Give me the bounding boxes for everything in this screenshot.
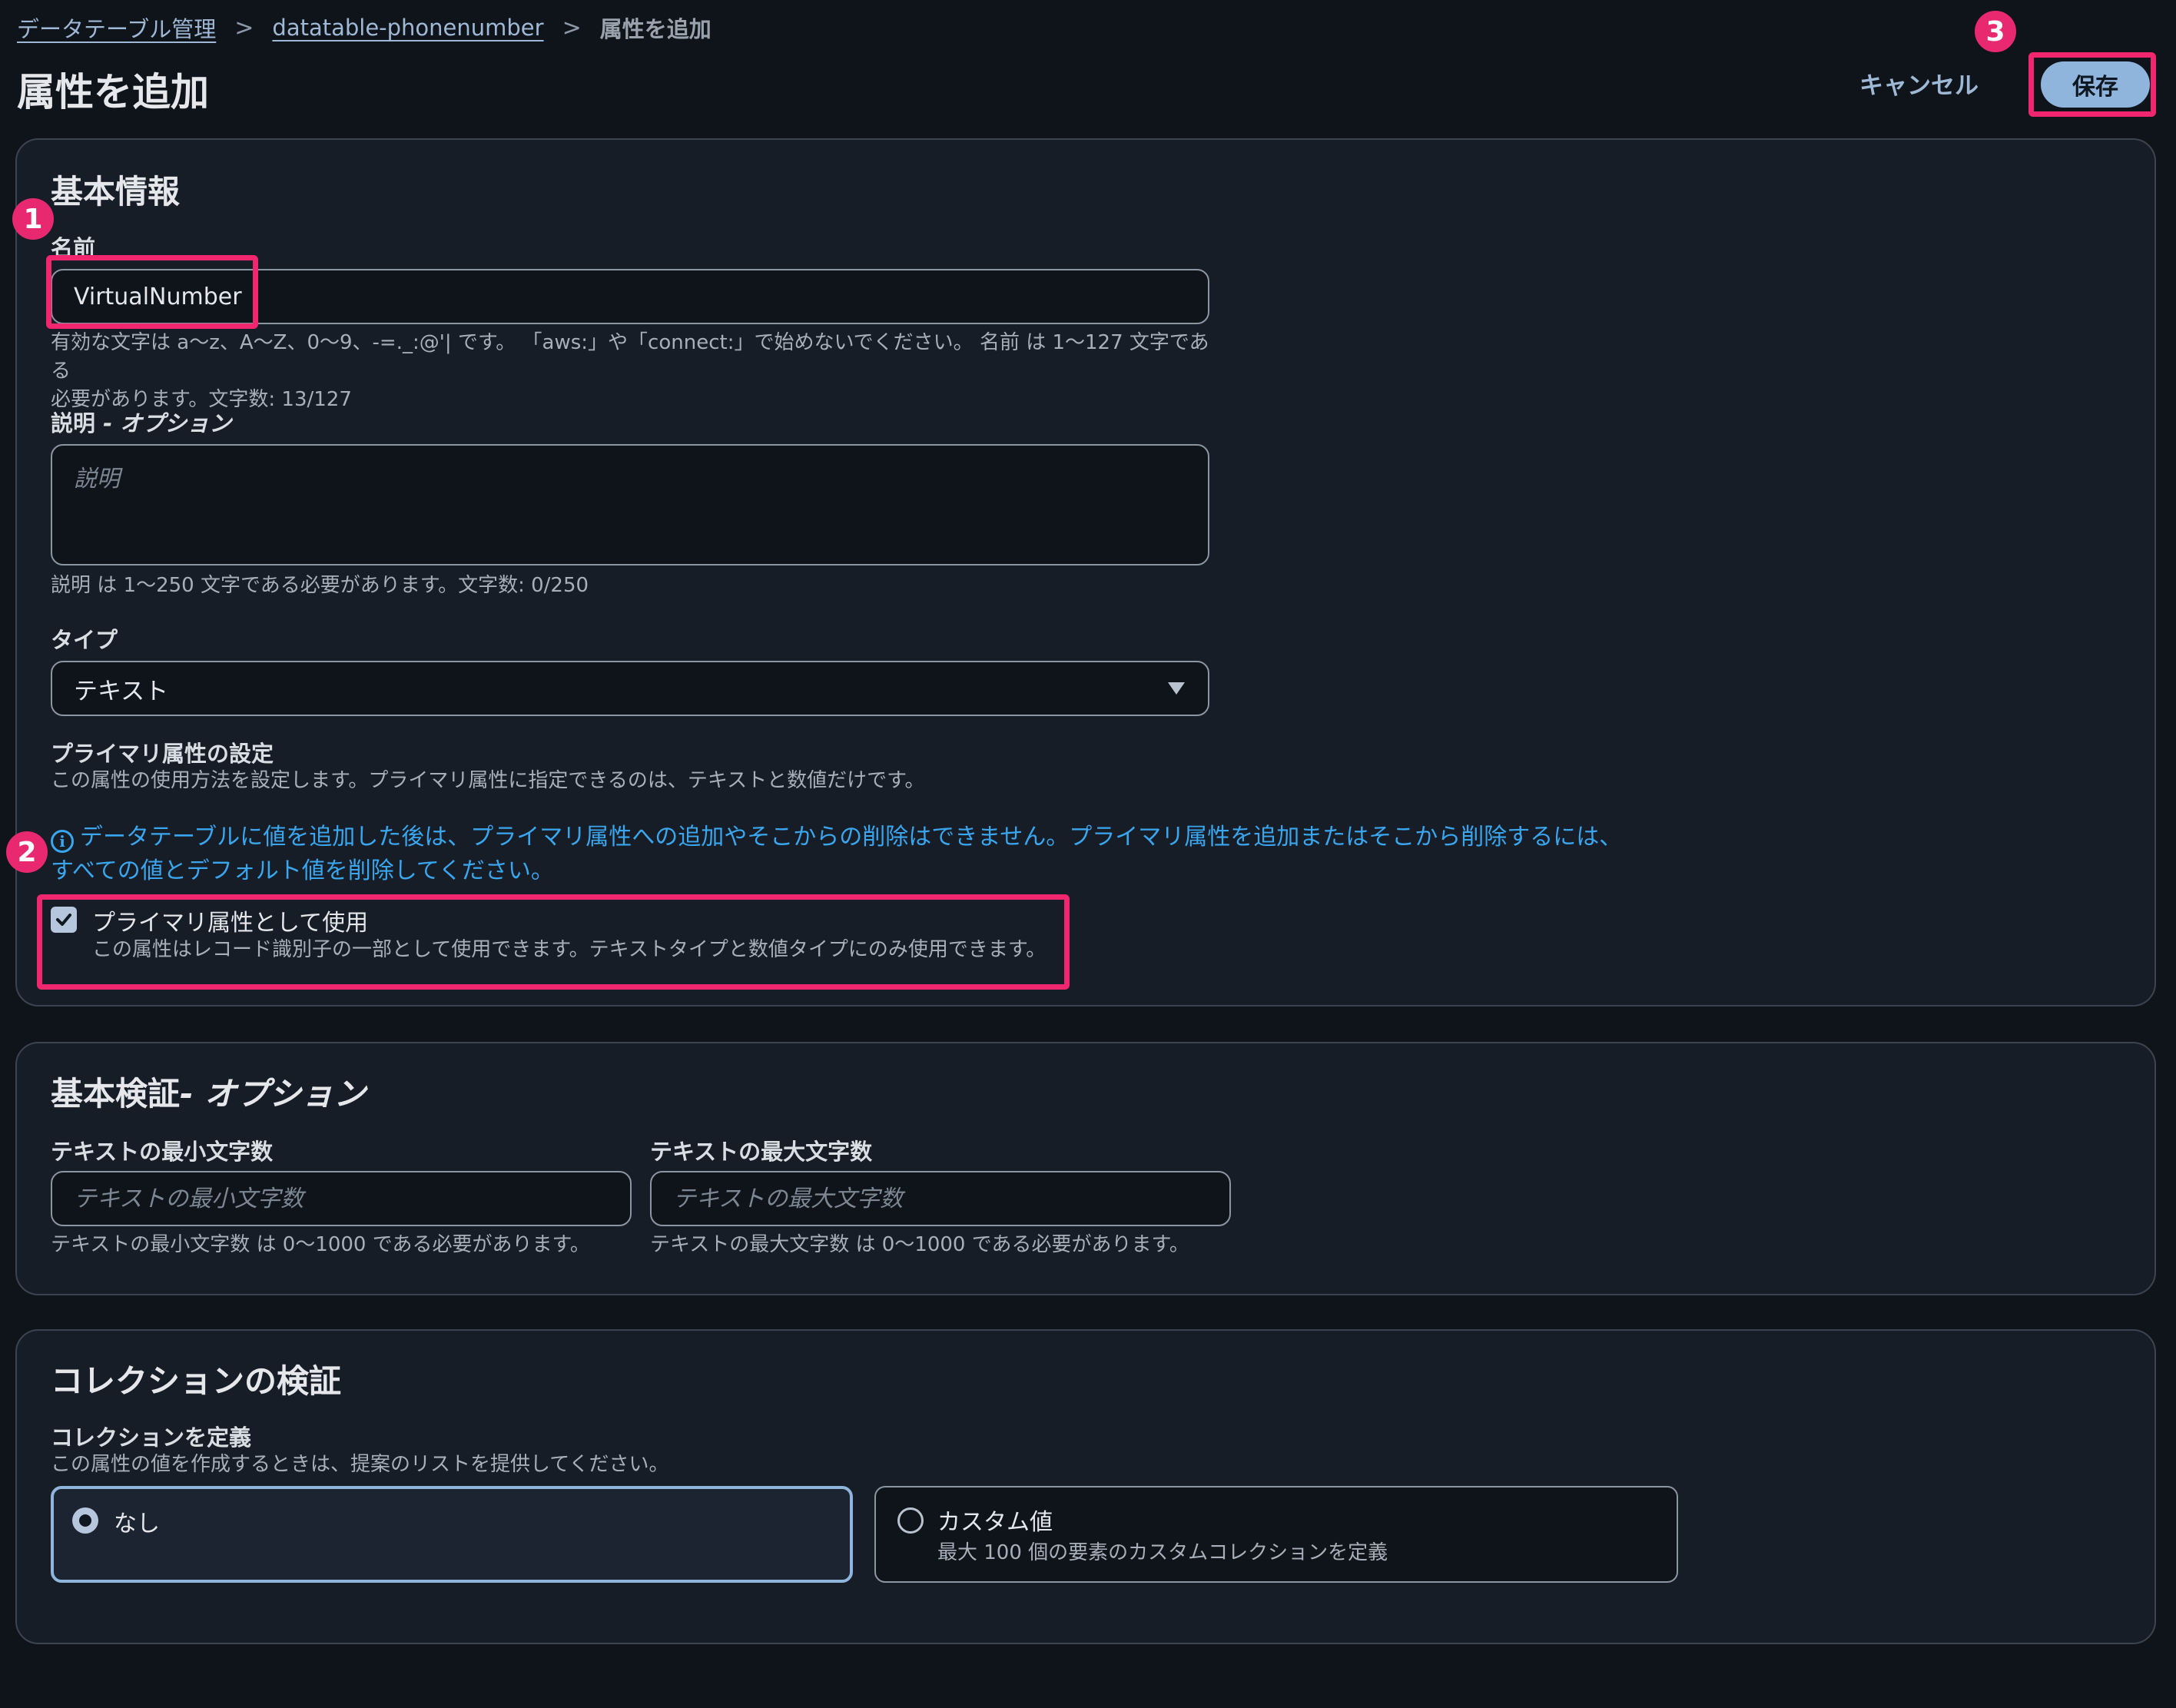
min-length-hint: テキストの最小文字数 は 0〜1000 である必要があります。 xyxy=(51,1233,590,1256)
name-label: 名前 xyxy=(51,235,96,261)
primary-settings-desc: この属性の使用方法を設定します。プライマリ属性に指定できるのは、テキストと数値だ… xyxy=(51,769,925,792)
collection-define-desc: この属性の値を作成するときは、提案のリストを提供してください。 xyxy=(51,1453,669,1476)
validation-heading: 基本検証- オプション xyxy=(51,1075,367,1113)
caret-down-icon xyxy=(1168,682,1185,695)
info-icon: i xyxy=(51,830,74,853)
description-textarea[interactable] xyxy=(51,444,1209,565)
save-button[interactable]: 保存 xyxy=(2041,61,2150,108)
max-length-input[interactable] xyxy=(650,1171,1231,1226)
breadcrumb-link-datatable[interactable]: datatable-phonenumber xyxy=(272,15,543,41)
max-length-label: テキストの最大文字数 xyxy=(650,1139,873,1165)
min-length-label: テキストの最小文字数 xyxy=(51,1139,274,1165)
checkmark-icon xyxy=(56,914,71,926)
name-hint: 有効な文字は a〜z、A〜Z、0〜9、-=._:@'| です。 「aws:」や「… xyxy=(51,331,1209,411)
collection-option-custom[interactable]: カスタム値 最大 100 個の要素のカスタムコレクションを定義 xyxy=(874,1486,1678,1583)
max-length-hint: テキストの最大文字数 は 0〜1000 である必要があります。 xyxy=(650,1233,1189,1256)
collection-option-custom-desc: 最大 100 個の要素のカスタムコレクションを定義 xyxy=(937,1541,1388,1564)
breadcrumb-link-datatable-management[interactable]: データテーブル管理 xyxy=(17,12,216,44)
annotation-badge-3: 3 xyxy=(1975,11,2016,52)
primary-checkbox-label[interactable]: プライマリ属性として使用 xyxy=(92,904,368,937)
primary-info-alert: i データテーブルに値を追加した後は、プライマリ属性への追加やそこからの削除はでき… xyxy=(51,824,1623,884)
description-label: 説明 - オプション xyxy=(51,410,232,436)
breadcrumb: データテーブル管理 > datatable-phonenumber > 属性を追… xyxy=(17,11,712,45)
chevron-right-icon: > xyxy=(562,14,582,41)
basic-info-heading: 基本情報 xyxy=(51,173,181,211)
collection-option-none[interactable]: なし xyxy=(51,1486,853,1583)
radio-unselected xyxy=(897,1507,924,1534)
radio-selected xyxy=(72,1507,98,1534)
min-length-input[interactable] xyxy=(51,1171,632,1226)
annotation-badge-2: 2 xyxy=(6,831,48,873)
primary-checkbox[interactable] xyxy=(51,907,77,933)
chevron-right-icon: > xyxy=(234,14,254,41)
collection-option-none-label: なし xyxy=(114,1511,160,1537)
annotation-badge-1: 1 xyxy=(12,198,54,240)
name-input[interactable] xyxy=(51,269,1209,324)
collection-option-custom-label: カスタム値 xyxy=(937,1509,1053,1536)
type-select[interactable]: テキスト xyxy=(51,661,1209,716)
page-title: 属性を追加 xyxy=(17,70,209,114)
breadcrumb-current: 属性を追加 xyxy=(599,16,712,42)
cancel-button[interactable]: キャンセル xyxy=(1859,66,1979,101)
type-select-value: テキスト xyxy=(74,677,169,705)
description-hint: 説明 は 1〜250 文字である必要があります。文字数: 0/250 xyxy=(51,574,589,597)
primary-settings-heading: プライマリ属性の設定 xyxy=(51,741,274,767)
collection-heading: コレクションの検証 xyxy=(51,1362,342,1400)
type-label: タイプ xyxy=(51,627,118,653)
primary-checkbox-desc: この属性はレコード識別子の一部として使用できます。テキストタイプと数値タイプにの… xyxy=(92,938,1047,961)
collection-define-label: コレクションを定義 xyxy=(51,1424,252,1451)
